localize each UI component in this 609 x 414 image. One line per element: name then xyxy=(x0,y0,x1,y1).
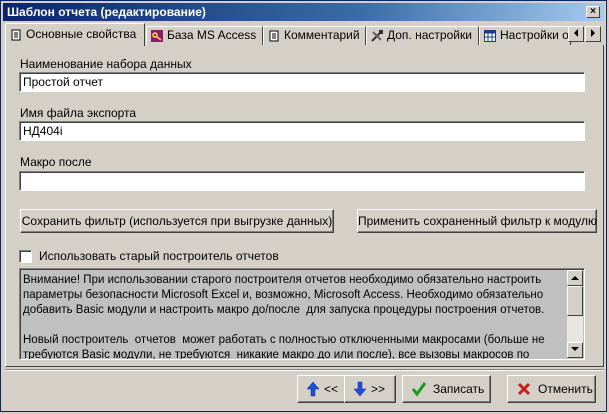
tab-panel-basic-properties: Наименование набора данных Простой отчет… xyxy=(5,45,604,367)
tab-scroll-right-button[interactable] xyxy=(585,26,601,42)
tab-comment[interactable]: Комментарий xyxy=(263,26,366,45)
dialog-window: Шаблон отчета (редактирование) × Основны… xyxy=(0,0,607,412)
tab-label: Настройки от xyxy=(500,28,571,42)
next-button[interactable]: >> xyxy=(344,375,396,403)
old-builder-label: Использовать старый построитель отчетов xyxy=(39,249,279,263)
close-button[interactable]: × xyxy=(586,6,600,18)
cancel-label: Отменить xyxy=(538,382,593,396)
window-title: Шаблон отчета (редактирование) xyxy=(7,5,206,19)
tab-label: Комментарий xyxy=(284,28,360,42)
previous-button[interactable]: << xyxy=(297,375,351,403)
tab-label: Доп. настройки xyxy=(387,28,472,42)
dataset-name-input[interactable]: Простой отчет xyxy=(19,72,585,92)
arrow-down-icon xyxy=(571,347,579,351)
tab-report-settings[interactable]: Настройки от xyxy=(479,26,571,45)
cross-icon xyxy=(517,382,531,396)
arrow-right-icon xyxy=(591,29,595,37)
next-label: >> xyxy=(371,382,386,396)
save-button[interactable]: Записать xyxy=(402,375,491,403)
export-file-input[interactable]: НД404i xyxy=(19,121,585,141)
macro-after-label: Макро после xyxy=(20,155,92,169)
tab-label: Основные свойства xyxy=(26,27,137,41)
macro-after-input[interactable] xyxy=(19,171,585,191)
checkmark-icon xyxy=(411,382,427,397)
tools-icon xyxy=(371,30,383,42)
scroll-thumb[interactable] xyxy=(567,286,583,316)
footer-divider-highlight xyxy=(5,370,604,371)
arrow-left-icon xyxy=(574,29,578,37)
arrow-down-icon xyxy=(353,381,367,397)
save-filter-button[interactable]: Сохранить фильтр (используется при выгру… xyxy=(20,209,334,233)
warning-note: Внимание! При использовании старого пост… xyxy=(19,268,585,360)
tab-ms-access-db[interactable]: База MS Access xyxy=(146,26,263,45)
export-file-label: Имя файла экспорта xyxy=(20,106,137,120)
warning-note-text: Внимание! При использовании старого пост… xyxy=(23,274,545,360)
tab-extra-settings[interactable]: Доп. настройки xyxy=(366,26,479,45)
previous-label: << xyxy=(324,382,339,396)
grid-icon xyxy=(484,30,496,42)
scroll-down-button[interactable] xyxy=(567,342,583,358)
tab-strip: Основные свойства База MS Access Коммент… xyxy=(5,23,603,46)
save-label: Записать xyxy=(433,382,485,396)
document-icon xyxy=(269,30,279,42)
key-icon xyxy=(151,30,163,42)
arrow-up-icon xyxy=(571,276,579,280)
tab-label: База MS Access xyxy=(167,28,257,42)
document-icon xyxy=(11,29,21,41)
dataset-name-label: Наименование набора данных xyxy=(20,57,192,71)
scroll-up-button[interactable] xyxy=(567,270,583,286)
old-builder-checkbox[interactable] xyxy=(19,250,32,263)
cancel-button[interactable]: Отменить xyxy=(507,375,596,403)
note-scrollbar[interactable] xyxy=(567,270,583,358)
title-bar[interactable]: Шаблон отчета (редактирование) × xyxy=(3,3,604,21)
arrow-up-icon xyxy=(306,381,320,397)
tab-basic-properties[interactable]: Основные свойства xyxy=(5,23,145,46)
tab-scroll-left-button[interactable] xyxy=(568,26,584,42)
apply-filter-button[interactable]: Применить сохраненный фильтр к модулю xyxy=(357,209,597,233)
tab-scroll-arrows xyxy=(568,26,602,42)
